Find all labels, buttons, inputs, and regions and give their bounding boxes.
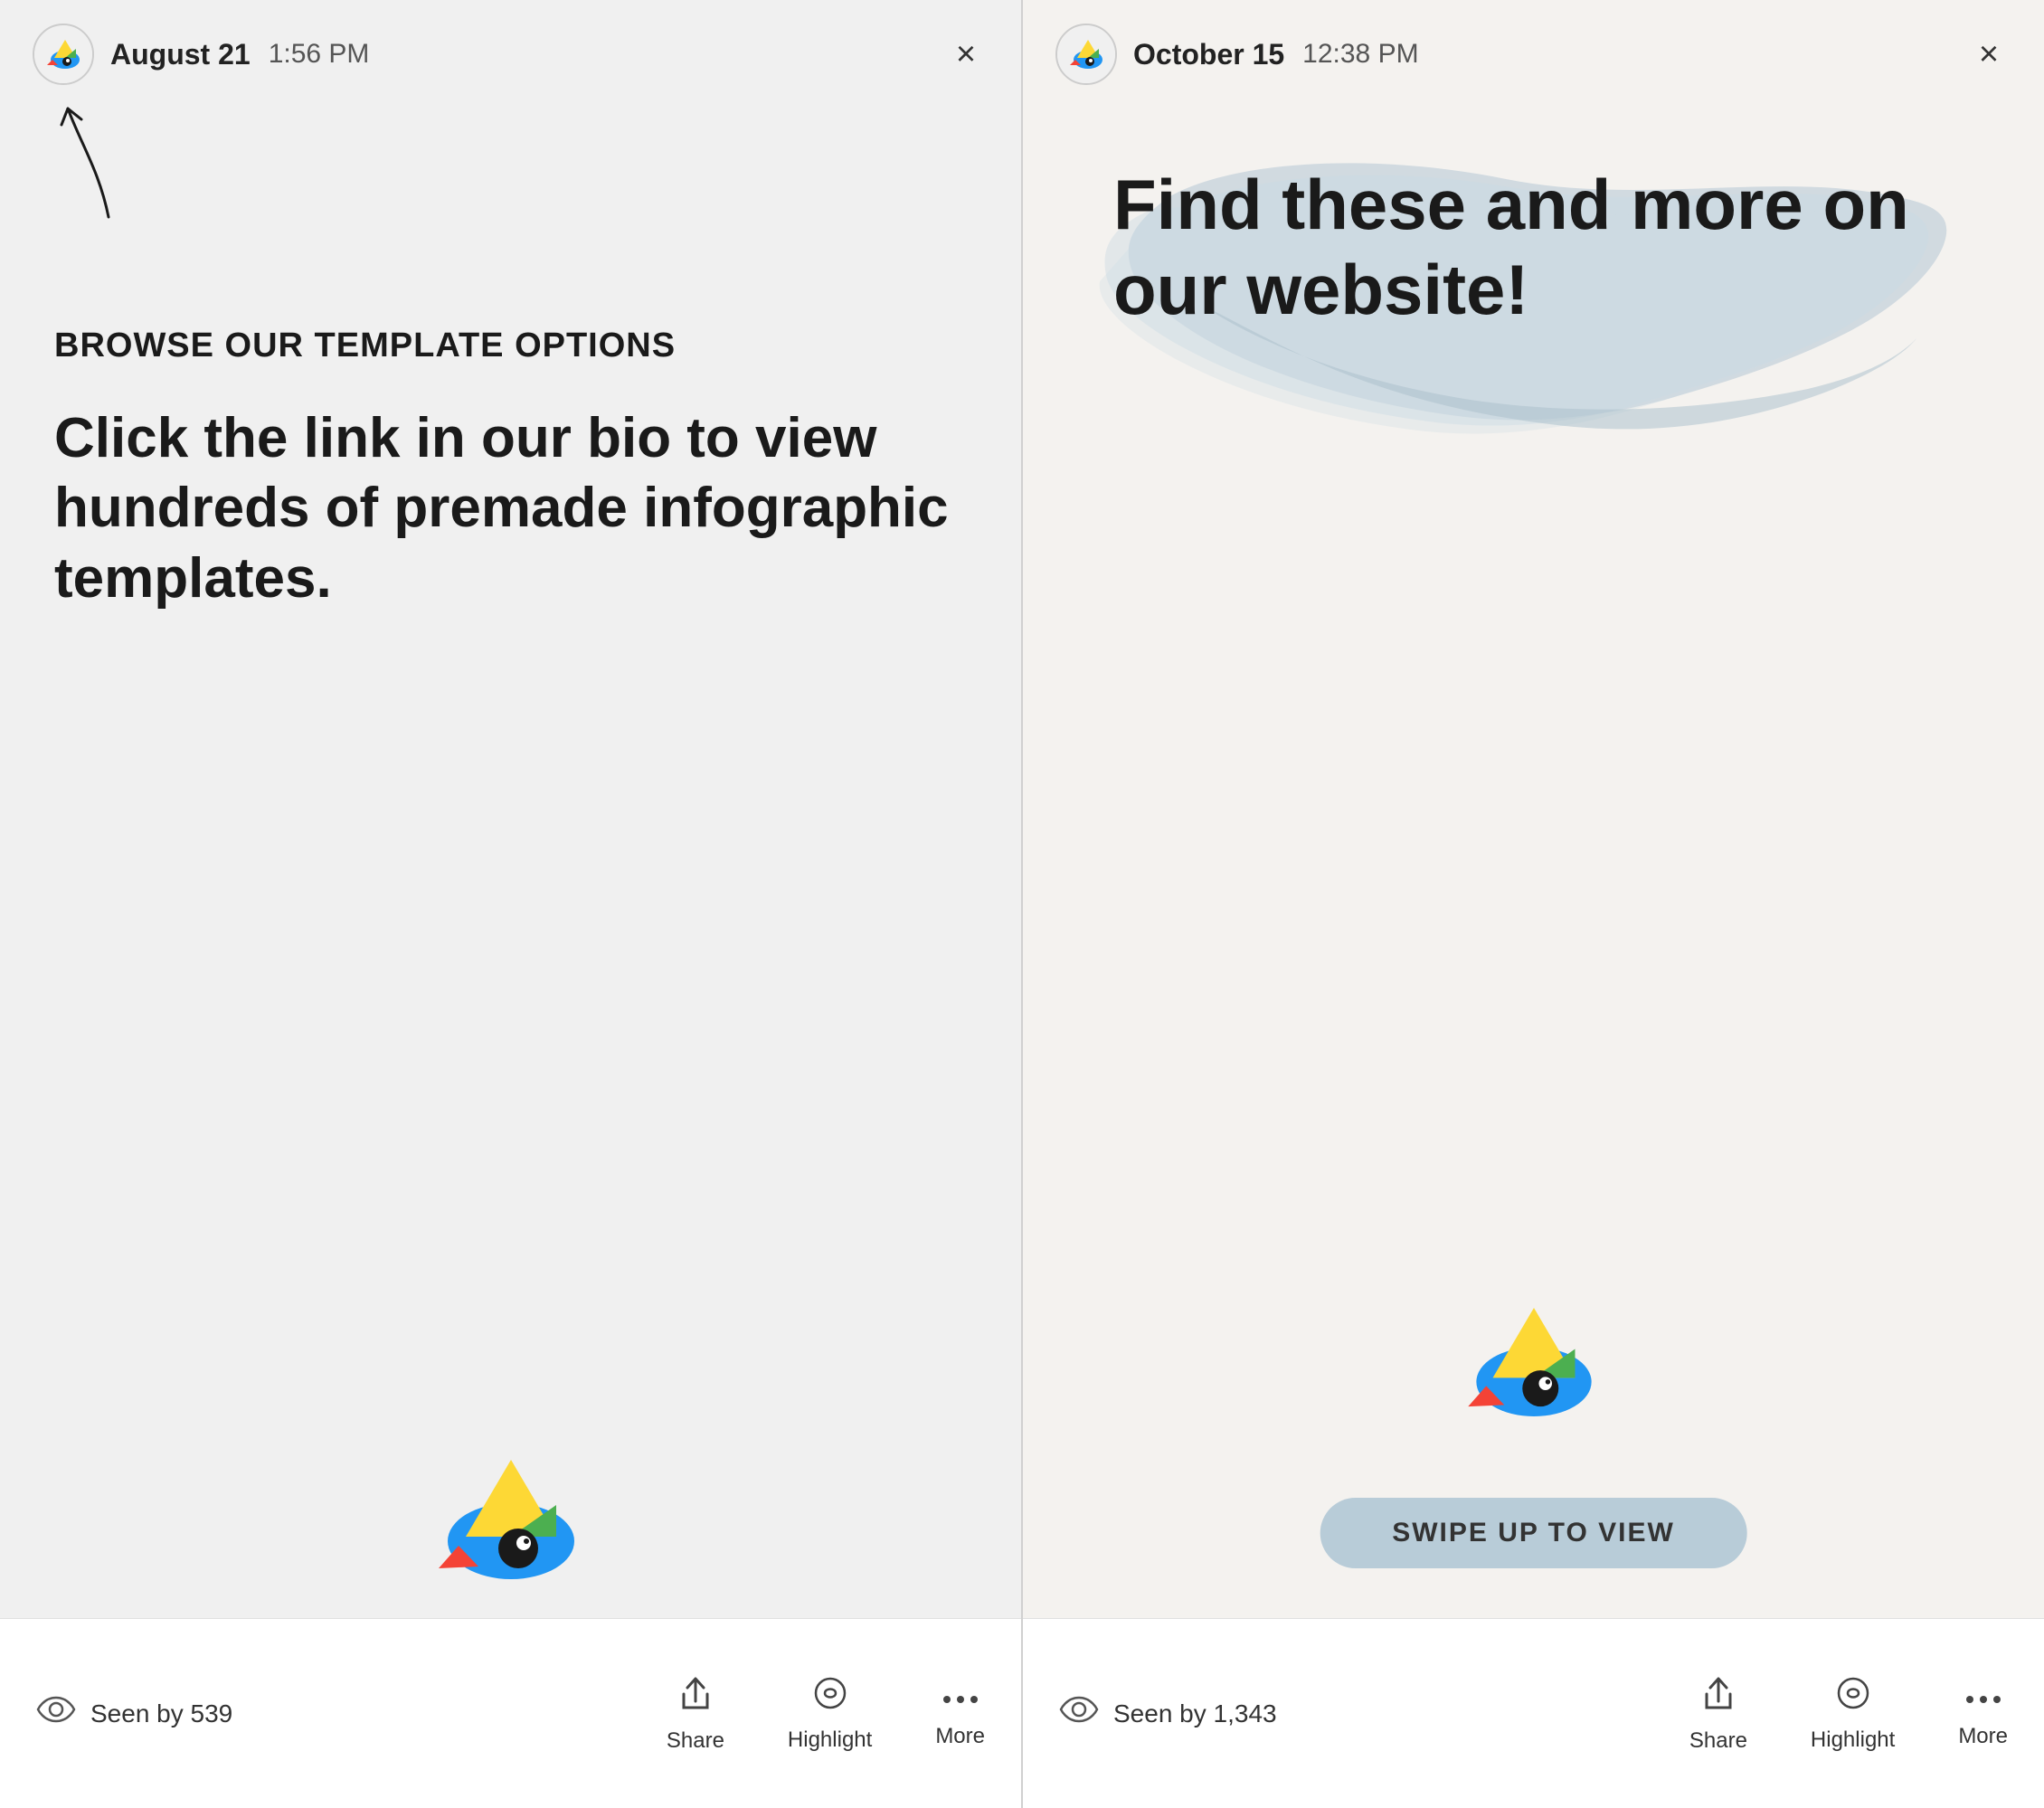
left-logo-large: [412, 1424, 610, 1591]
right-seen-text: Seen by 1,343: [1113, 1699, 1277, 1728]
left-story-panel: August 21 1:56 PM × BROWSE OUR TEMPLATE …: [0, 0, 1022, 1808]
left-seen-text: Seen by 539: [90, 1699, 232, 1728]
left-header-date: August 21: [110, 38, 251, 71]
right-footer: Seen by 1,343 Share: [1023, 1618, 2044, 1808]
left-footer-actions: Share Highlight: [235, 1674, 985, 1754]
right-avatar[interactable]: [1055, 24, 1117, 85]
right-share-button[interactable]: Share: [1689, 1674, 1747, 1754]
right-share-label: Share: [1689, 1728, 1747, 1754]
left-more-button[interactable]: More: [935, 1678, 985, 1749]
right-highlight-icon: [1835, 1675, 1871, 1720]
swipe-up-label: SWIPE UP TO VIEW: [1392, 1518, 1675, 1548]
left-more-label: More: [935, 1724, 985, 1749]
left-header-time: 1:56 PM: [269, 39, 370, 70]
right-header-time: 12:38 PM: [1302, 39, 1418, 70]
right-header-info: October 15 12:38 PM: [1133, 38, 1966, 71]
left-highlight-label: Highlight: [788, 1728, 872, 1753]
right-header: October 15 12:38 PM ×: [1023, 0, 2044, 109]
right-close-button[interactable]: ×: [1966, 32, 2011, 77]
left-header: August 21 1:56 PM ×: [0, 0, 1021, 109]
left-more-icon: [942, 1678, 979, 1717]
right-more-label: More: [1958, 1724, 2008, 1749]
right-header-date: October 15: [1133, 38, 1284, 71]
left-story-content: BROWSE OUR TEMPLATE OPTIONS Click the li…: [0, 0, 1021, 1808]
right-highlight-button[interactable]: Highlight: [1811, 1675, 1895, 1753]
right-more-button[interactable]: More: [1958, 1678, 2008, 1749]
left-header-info: August 21 1:56 PM: [110, 38, 943, 71]
left-avatar[interactable]: [33, 24, 94, 85]
right-share-icon: [1701, 1674, 1736, 1721]
browse-body: Click the link in our bio to view hundre…: [54, 403, 967, 614]
right-logo: [1443, 1274, 1624, 1428]
left-share-icon: [678, 1674, 713, 1721]
right-more-icon: [1964, 1678, 2002, 1717]
right-footer-actions: Share Highlight: [1277, 1674, 2008, 1754]
right-highlight-label: Highlight: [1811, 1728, 1895, 1753]
left-seen-by: Seen by 539: [36, 1694, 235, 1733]
right-story-panel: October 15 12:38 PM × Find these and mor…: [1022, 0, 2044, 1808]
browse-title: BROWSE OUR TEMPLATE OPTIONS: [54, 326, 967, 367]
right-eye-icon: [1059, 1694, 1099, 1733]
left-eye-icon: [36, 1694, 76, 1733]
find-text: Find these and more on our website!: [1113, 163, 1954, 332]
swipe-up-button[interactable]: SWIPE UP TO VIEW: [1320, 1498, 1747, 1568]
right-content: October 15 12:38 PM × Find these and mor…: [1023, 0, 2044, 1808]
left-close-button[interactable]: ×: [943, 32, 989, 77]
left-share-label: Share: [667, 1728, 724, 1754]
right-seen-by: Seen by 1,343: [1059, 1694, 1277, 1733]
left-highlight-icon: [812, 1675, 848, 1720]
left-share-button[interactable]: Share: [667, 1674, 724, 1754]
left-footer: Seen by 539 Share: [0, 1618, 1021, 1808]
left-highlight-button[interactable]: Highlight: [788, 1675, 872, 1753]
